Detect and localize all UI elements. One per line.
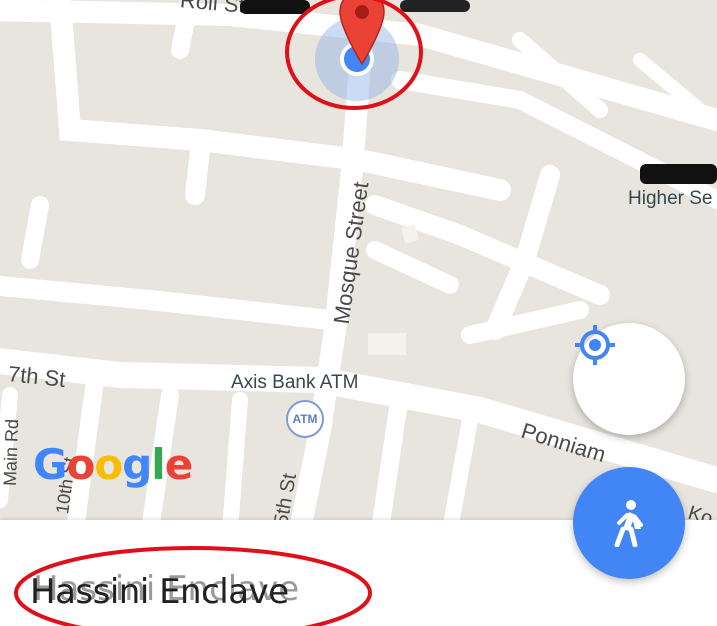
google-logo-letter: l <box>151 440 165 489</box>
directions-walk-button[interactable] <box>573 467 685 579</box>
redaction-scribble-top <box>240 0 310 14</box>
google-logo-letter: o <box>94 440 123 489</box>
poi-label-axis-bank-atm[interactable]: Axis Bank ATM <box>231 372 358 394</box>
google-logo-letter: e <box>164 440 193 489</box>
atm-icon[interactable]: ATM <box>286 400 324 438</box>
redaction-scribble-higher-sec <box>640 164 717 184</box>
redaction-scribble-top-right <box>400 0 470 12</box>
location-pin-icon[interactable] <box>338 0 386 66</box>
walking-person-icon <box>614 500 643 547</box>
street-label-main-rd: Main Rd <box>0 418 23 487</box>
atm-badge-text: ATM <box>292 412 318 426</box>
google-logo-letter: g <box>122 440 152 489</box>
place-title: Hassini Enclave <box>30 572 289 612</box>
poi-label-higher-sec[interactable]: Higher Se <box>628 188 713 210</box>
google-logo-letter: G <box>33 440 67 489</box>
map-view[interactable]: Roll St Mosque Street 7th St Ponniam 10t… <box>0 0 717 520</box>
google-logo: Google <box>33 440 193 489</box>
my-location-target-icon <box>575 325 615 365</box>
my-location-button[interactable] <box>573 323 685 435</box>
google-logo-letter: o <box>66 440 95 489</box>
